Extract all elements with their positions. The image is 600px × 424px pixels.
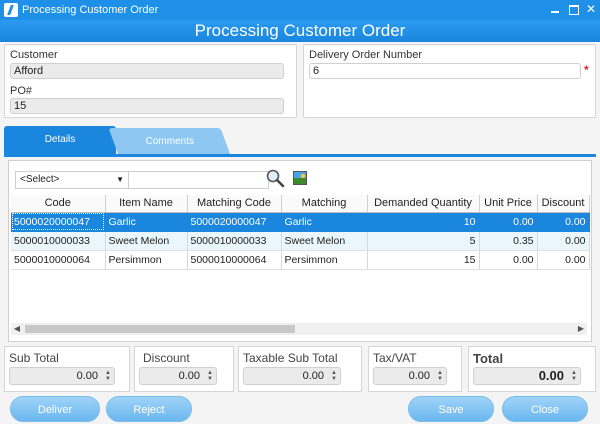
search-icon[interactable]	[265, 168, 285, 188]
cell-unit-price: 0.00	[479, 212, 538, 232]
app-logo-icon	[4, 3, 18, 17]
tab-details-label: Details	[44, 134, 76, 145]
window-title: Processing Customer Order	[22, 4, 159, 16]
customer-field[interactable]: Afford	[10, 63, 284, 79]
tab-comments[interactable]: Comments	[108, 128, 230, 154]
delivery-order-field[interactable]: 6	[309, 63, 581, 79]
item-select-dropdown[interactable]: <Select> ▼	[15, 171, 129, 189]
total-label: Total	[473, 351, 504, 366]
tax-panel: Tax/VAT 0.00 ▲ ▼	[368, 346, 462, 392]
cell-matching: Garlic	[281, 212, 368, 232]
table-row[interactable]: 5000010000064 Persimmon 5000010000064 Pe…	[11, 250, 590, 270]
cell-discount: 0.00	[537, 250, 590, 270]
title-bar: Processing Customer Order ✕	[0, 0, 600, 20]
delivery-order-label: Delivery Order Number	[309, 49, 423, 61]
cell-discount: 0.00	[537, 212, 590, 232]
column-header[interactable]: Demanded Quantity	[367, 195, 480, 213]
sub-total-label: Sub Total	[9, 351, 59, 365]
taxable-sub-total-value: 0.00	[302, 370, 324, 382]
save-button[interactable]: Save	[408, 396, 494, 422]
cell-quantity: 5	[367, 231, 480, 251]
column-header[interactable]: Item Name	[105, 195, 188, 213]
item-select-value: <Select>	[20, 174, 60, 185]
discount-field[interactable]: 0.00 ▲ ▼	[139, 367, 217, 385]
grid-toolbar: <Select> ▼	[13, 167, 587, 191]
tab-comments-label: Comments	[145, 136, 194, 147]
tab-underline	[4, 154, 596, 157]
cell-item-name: Persimmon	[105, 250, 188, 270]
main-content: Customer Afford PO# 15 Delivery Order Nu…	[0, 42, 600, 424]
cell-matching: Sweet Melon	[281, 231, 368, 251]
chevron-down-icon: ▼	[116, 175, 124, 184]
discount-label: Discount	[143, 351, 190, 365]
spinner-icon[interactable]: ▲ ▼	[435, 370, 443, 382]
page-title: Processing Customer Order	[0, 20, 600, 42]
cell-discount: 0.00	[537, 231, 590, 251]
cell-code: 5000010000033	[11, 231, 106, 251]
order-items-table: Code Item Name Matching Code Matching De…	[11, 195, 590, 270]
customer-panel: Customer Afford PO# 15	[4, 44, 297, 118]
cell-unit-price: 0.00	[479, 250, 538, 270]
cell-item-name: Garlic	[105, 212, 188, 232]
total-value: 0.00	[538, 368, 564, 383]
customer-label: Customer	[10, 49, 58, 61]
cell-code: 5000010000064	[11, 250, 106, 270]
cell-quantity: 15	[367, 250, 480, 270]
horizontal-scrollbar[interactable]: ◀ ▶	[11, 323, 587, 335]
column-header[interactable]: Matching Code	[187, 195, 282, 213]
taxable-sub-total-panel: Taxable Sub Total 0.00 ▲ ▼	[238, 346, 362, 392]
sub-total-value: 0.00	[76, 370, 98, 382]
required-marker: *	[584, 63, 589, 77]
column-header[interactable]: Discount	[537, 195, 590, 213]
po-label: PO#	[10, 85, 33, 97]
column-header[interactable]: Unit Price	[479, 195, 538, 213]
close-button[interactable]: Close	[502, 396, 588, 422]
taxable-sub-total-field[interactable]: 0.00 ▲ ▼	[243, 367, 341, 385]
scroll-right-icon[interactable]: ▶	[575, 323, 587, 335]
cell-unit-price: 0.35	[479, 231, 538, 251]
scrollbar-thumb[interactable]	[25, 325, 295, 333]
cell-quantity: 10	[367, 212, 480, 232]
cell-matching-code: 5000010000033	[187, 231, 282, 251]
tax-label: Tax/VAT	[373, 351, 417, 365]
tab-strip: Details Comments	[4, 126, 596, 154]
cell-item-name: Sweet Melon	[105, 231, 188, 251]
sub-total-field[interactable]: 0.00 ▲ ▼	[9, 367, 115, 385]
close-window-icon[interactable]: ✕	[584, 2, 598, 16]
search-input[interactable]	[129, 171, 269, 189]
cell-code: 5000020000047	[11, 212, 106, 232]
spinner-icon[interactable]: ▲ ▼	[205, 370, 213, 382]
deliver-button[interactable]: Deliver	[10, 396, 100, 422]
spinner-icon[interactable]: ▲ ▼	[569, 370, 577, 382]
column-header[interactable]: Code	[11, 195, 106, 213]
discount-value: 0.00	[178, 370, 200, 382]
delivery-panel: Delivery Order Number 6 *	[303, 44, 596, 118]
sub-total-panel: Sub Total 0.00 ▲ ▼	[4, 346, 130, 392]
cell-matching-code: 5000010000064	[187, 250, 282, 270]
discount-panel: Discount 0.00 ▲ ▼	[134, 346, 234, 392]
reject-button[interactable]: Reject	[106, 396, 192, 422]
spinner-icon[interactable]: ▲ ▼	[329, 370, 337, 382]
total-field[interactable]: 0.00 ▲ ▼	[473, 367, 581, 385]
tax-value: 0.00	[408, 370, 430, 382]
details-grid-panel: <Select> ▼ Code Item Name Matching Code	[8, 160, 592, 342]
scroll-left-icon[interactable]: ◀	[11, 323, 23, 335]
spinner-icon[interactable]: ▲ ▼	[103, 370, 111, 382]
total-panel: Total 0.00 ▲ ▼	[468, 346, 596, 392]
column-header[interactable]: Matching	[281, 195, 368, 213]
po-field[interactable]: 15	[10, 98, 284, 114]
tax-field[interactable]: 0.00 ▲ ▼	[373, 367, 447, 385]
table-header-row: Code Item Name Matching Code Matching De…	[11, 195, 590, 213]
tab-details[interactable]: Details	[4, 126, 116, 154]
maximize-icon[interactable]	[566, 2, 580, 16]
image-icon[interactable]	[293, 171, 307, 185]
taxable-sub-total-label: Taxable Sub Total	[243, 351, 338, 365]
table-row[interactable]: 5000010000033 Sweet Melon 5000010000033 …	[11, 231, 590, 251]
table-row[interactable]: 5000020000047 Garlic 5000020000047 Garli…	[11, 212, 590, 232]
cell-matching-code: 5000020000047	[187, 212, 282, 232]
minimize-icon[interactable]	[548, 2, 562, 16]
cell-matching: Persimmon	[281, 250, 368, 270]
